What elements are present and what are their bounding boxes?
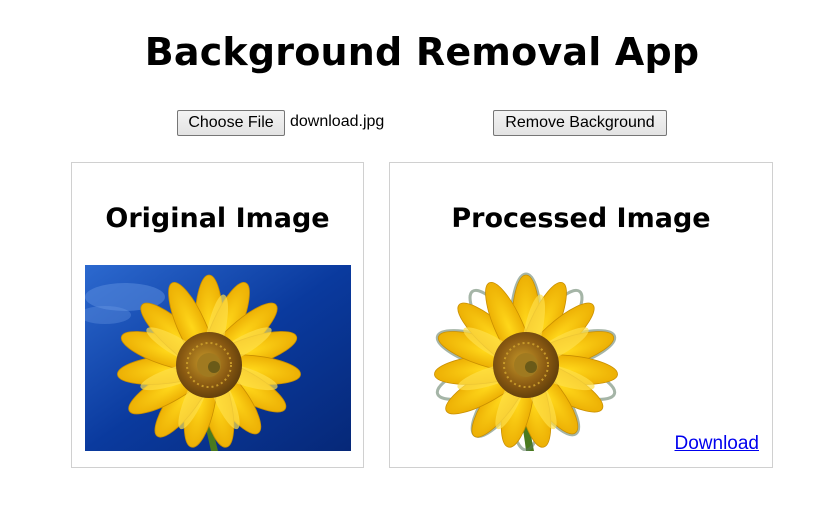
original-image-panel: Original Image	[71, 162, 364, 468]
selected-file-name: download.jpg	[290, 113, 385, 130]
remove-background-button[interactable]: Remove Background	[493, 110, 667, 136]
original-image-title: Original Image	[105, 203, 330, 234]
page-title: Background Removal App	[144, 30, 700, 74]
choose-file-button[interactable]: Choose File	[177, 110, 285, 136]
processed-image-title: Processed Image	[451, 203, 711, 234]
processed-image	[434, 272, 618, 451]
processed-image-panel: Processed Image Download	[389, 162, 773, 468]
download-link[interactable]: Download	[675, 433, 760, 455]
original-image	[85, 265, 351, 451]
